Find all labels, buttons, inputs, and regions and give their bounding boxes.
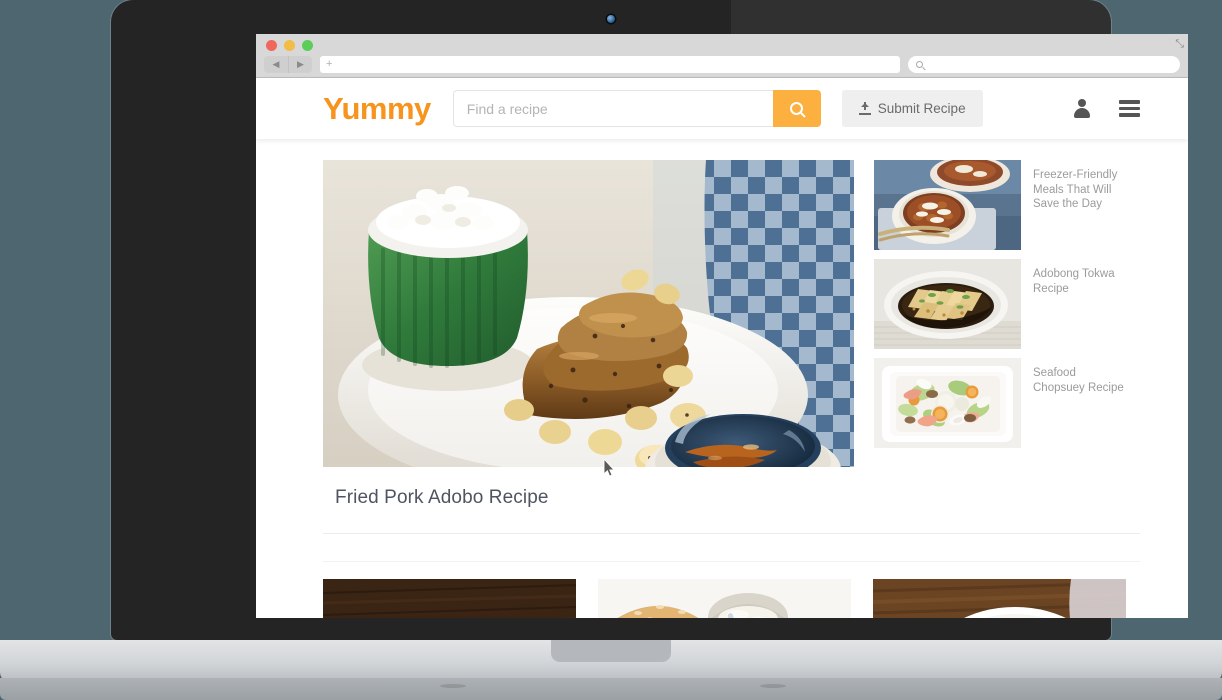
- featured-recipe-title[interactable]: Fried Pork Adobo Recipe: [323, 467, 854, 509]
- fullscreen-icon[interactable]: ⤡: [1175, 38, 1184, 51]
- webcam-icon: [607, 15, 615, 23]
- related-recipes-list: Freezer-Friendly Meals That Will Save th…: [874, 160, 1130, 509]
- bread-board-illustration: [323, 579, 576, 618]
- featured-section: Fried Pork Adobo Recipe Freezer-Friendly…: [323, 139, 1140, 509]
- hero-illustration: [323, 160, 854, 467]
- recipe-card[interactable]: [873, 579, 1126, 618]
- list-item[interactable]: Freezer-Friendly Meals That Will Save th…: [874, 160, 1130, 250]
- laptop-lid: ◀ ▶ + ⤡ Yummy Find a recipe Submit Recip…: [111, 0, 1188, 640]
- browser-toolbar: ◀ ▶ +: [264, 56, 1180, 73]
- forward-button[interactable]: ▶: [288, 56, 312, 73]
- page-content: Fried Pork Adobo Recipe Freezer-Friendly…: [256, 139, 1188, 618]
- chopsuey-illustration: [874, 358, 1021, 448]
- site-header: Yummy Submit Recipe: [256, 78, 1188, 139]
- section-divider: [323, 561, 1140, 562]
- user-icon[interactable]: [1073, 99, 1091, 118]
- related-recipe-thumbnail[interactable]: [874, 358, 1021, 448]
- address-bar[interactable]: +: [320, 56, 900, 73]
- list-item[interactable]: Adobong Tokwa Recipe: [874, 259, 1130, 349]
- laptop-screen: ◀ ▶ + ⤡ Yummy Find a recipe Submit Recip…: [256, 34, 1188, 618]
- featured-recipe-image[interactable]: [323, 160, 854, 467]
- recipe-search: [452, 90, 821, 127]
- close-window-button[interactable]: [266, 40, 277, 51]
- tofu-adobo-illustration: [874, 259, 1021, 349]
- recipe-card[interactable]: [323, 579, 576, 618]
- site-logo[interactable]: Yummy: [323, 91, 431, 127]
- section-divider: [323, 533, 1140, 534]
- base-detail: [440, 684, 466, 688]
- search-button[interactable]: [772, 90, 821, 127]
- scene: ◀ ▶ + ⤡ Yummy Find a recipe Submit Recip…: [0, 0, 1222, 700]
- nav-buttons[interactable]: ◀ ▶: [264, 56, 312, 73]
- related-recipe-thumbnail[interactable]: [874, 160, 1021, 250]
- laptop-base-foot: [0, 678, 1222, 700]
- mouse-cursor: [603, 459, 615, 477]
- browser-search-bar[interactable]: [908, 56, 1180, 73]
- burger-illustration: [598, 579, 851, 618]
- hamburger-menu-icon[interactable]: [1119, 100, 1140, 117]
- search-input[interactable]: [452, 90, 773, 127]
- related-recipe-thumbnail[interactable]: [874, 259, 1021, 349]
- window-controls[interactable]: [266, 40, 313, 51]
- base-detail: [760, 684, 786, 688]
- chili-bowl-illustration: [874, 160, 1021, 250]
- related-recipe-title[interactable]: Freezer-Friendly Meals That Will Save th…: [1033, 160, 1130, 250]
- upload-icon: [858, 102, 871, 115]
- browser-chrome: ◀ ▶ + ⤡: [256, 34, 1188, 78]
- recipe-grid: [323, 579, 1140, 618]
- recipe-card[interactable]: [598, 579, 851, 618]
- back-button[interactable]: ◀: [264, 56, 288, 73]
- related-recipe-title[interactable]: Adobong Tokwa Recipe: [1033, 259, 1130, 349]
- maximize-window-button[interactable]: [302, 40, 313, 51]
- list-item[interactable]: Seafood Chopsuey Recipe: [874, 358, 1130, 448]
- submit-recipe-label: Submit Recipe: [877, 101, 966, 116]
- soup-illustration: [873, 579, 1126, 618]
- featured-recipe-card[interactable]: Fried Pork Adobo Recipe: [323, 160, 854, 509]
- related-recipe-title[interactable]: Seafood Chopsuey Recipe: [1033, 358, 1130, 448]
- laptop-base-notch: [551, 640, 671, 662]
- search-icon: [790, 102, 804, 115]
- minimize-window-button[interactable]: [284, 40, 295, 51]
- search-icon: [916, 61, 923, 68]
- submit-recipe-button[interactable]: Submit Recipe: [841, 90, 983, 127]
